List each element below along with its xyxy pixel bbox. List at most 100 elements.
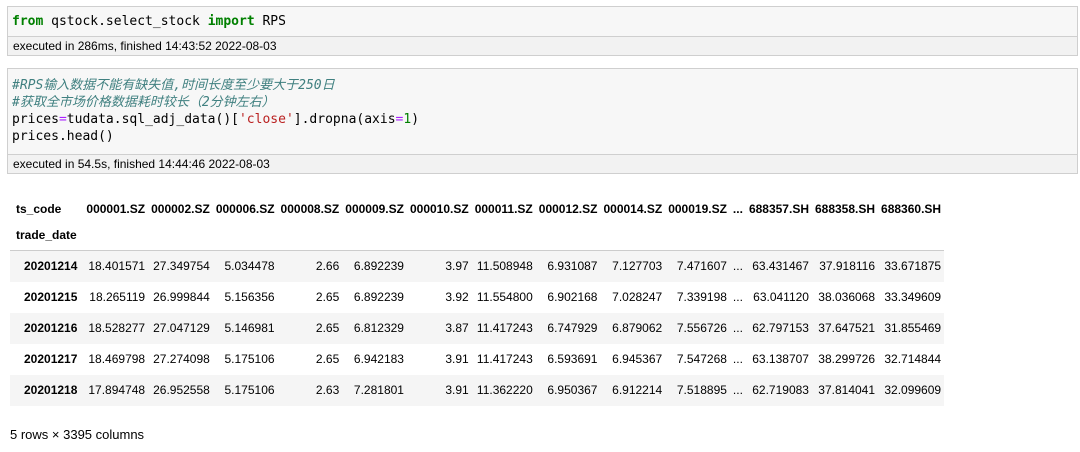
table-cell: ... — [732, 259, 743, 274]
table-cell: 37.647521 — [818, 321, 876, 335]
table-cell: 33.671875 — [884, 259, 942, 274]
operator-assign: = — [58, 112, 67, 127]
table-cell: 6.945367 — [612, 352, 663, 366]
table-cell: 5.175106 — [224, 352, 275, 366]
code-cell-1-input[interactable]: from qstock.select_stock import RPS — [7, 6, 1078, 36]
column-header: 000009.SZ — [345, 202, 404, 216]
table-cell: 7.127703 — [612, 259, 663, 274]
table-cell: 3.92 — [445, 290, 469, 304]
keyword-from: from — [12, 14, 44, 29]
string-literal: 'close' — [238, 112, 294, 127]
column-header: 000001.SZ — [86, 202, 146, 216]
code-line-3: prices=tudata.sql_adj_data()['close'].dr… — [8, 111, 1077, 128]
table-cell: 18.401571 — [88, 259, 146, 274]
keyword-import: import — [207, 14, 255, 29]
column-header: 000012.SZ — [538, 202, 598, 216]
table-cell: 6.950367 — [547, 383, 598, 397]
table-cell: 2.65 — [315, 352, 340, 366]
table-cell: 11.417243 — [476, 352, 533, 366]
import-name: RPS — [262, 14, 286, 29]
table-row: 20201216 18.528277 27.047129 5.146981 2.65 6.… — [10, 312, 945, 344]
table-cell: 11.554800 — [476, 290, 533, 304]
column-header: 688358.SH — [814, 202, 876, 216]
table-cell: 3.91 — [445, 352, 469, 366]
table-row: 20201218 17.894748 26.952558 5.175106 2.63 7.… — [10, 374, 945, 406]
table-cell: 5.156356 — [224, 290, 275, 304]
table-cell: 7.471607 — [676, 259, 727, 274]
table-cell: 32.099609 — [884, 383, 942, 397]
row-index-label: 20201214 — [24, 259, 78, 274]
dataframe-body: 20201214 18.401571 27.349754 5.034478 2.66 6.… — [10, 250, 945, 406]
row-index-label: 20201217 — [24, 352, 78, 366]
table-cell: 5.175106 — [224, 383, 275, 397]
index-name-row: trade_date — [10, 220, 944, 251]
table-cell: 38.299726 — [818, 352, 876, 366]
table-cell: 2.66 — [315, 259, 340, 274]
table-cell: 6.747929 — [547, 321, 598, 335]
column-header: 688360.SH — [881, 202, 942, 216]
table-cell: 63.431467 — [752, 259, 809, 274]
table-cell: 6.892239 — [353, 259, 404, 274]
table-cell: 6.812329 — [353, 321, 404, 335]
code-comment-2: #获取全市场价格数据耗时较长（2分钟左右） — [12, 95, 275, 110]
column-header: 000002.SZ — [151, 202, 210, 216]
table-row: 20201215 18.265119 26.999844 5.156356 2.65 6.… — [10, 282, 944, 313]
column-header: 000008.SZ — [280, 202, 340, 216]
table-cell: 62.797153 — [752, 321, 809, 335]
column-header: 000011.SZ — [474, 202, 533, 216]
table-cell: 7.028247 — [612, 290, 663, 304]
table-cell: 6.902168 — [547, 290, 598, 304]
table-cell: 5.034478 — [224, 259, 275, 274]
table-cell: 6.942183 — [353, 352, 404, 366]
table-cell: 33.349609 — [884, 290, 942, 304]
code-line-4: prices.head() — [12, 129, 114, 144]
row-index-label: 20201216 — [24, 321, 78, 335]
table-cell: 6.912214 — [612, 383, 663, 397]
table-cell: 5.146981 — [224, 321, 275, 335]
column-header: ... — [732, 202, 743, 216]
call-expression: tudata.sql_adj_data()[ — [66, 112, 239, 127]
number-literal: 1 — [403, 112, 412, 127]
table-cell: 7.518895 — [676, 383, 727, 397]
table-cell: 37.814041 — [818, 383, 876, 397]
execution-info-2: executed in 54.5s, finished 14:44:46 202… — [7, 154, 1078, 174]
table-cell: 27.047129 — [153, 321, 210, 335]
row-index-label: 20201218 — [24, 383, 78, 397]
column-header: 688357.SH — [748, 202, 809, 216]
table-cell: 11.508948 — [476, 259, 533, 274]
table-cell: 11.362220 — [476, 383, 533, 397]
table-cell: 3.91 — [445, 383, 469, 397]
table-cell: ... — [732, 383, 743, 397]
dataframe-shape-footer: 5 rows × 3395 columns — [10, 427, 145, 442]
index-name-spacer — [83, 220, 944, 251]
table-cell: 63.138707 — [752, 352, 809, 366]
close-paren: ) — [411, 112, 420, 127]
table-cell: 7.339198 — [676, 290, 727, 304]
column-header: 000010.SZ — [409, 202, 469, 216]
table-cell: 27.274098 — [153, 352, 210, 366]
table-cell: 26.952558 — [153, 383, 210, 397]
table-cell: 18.469798 — [88, 352, 146, 366]
table-cell: 18.528277 — [88, 321, 146, 335]
table-cell: 6.892239 — [353, 290, 404, 304]
table-cell: ... — [732, 290, 743, 304]
table-cell: 17.894748 — [88, 383, 146, 397]
dataframe-output: ts_code 000001.SZ 000002.SZ 000006.SZ 00000… — [10, 198, 945, 406]
table-cell: 6.593691 — [547, 352, 598, 366]
table-cell: 2.65 — [315, 290, 340, 304]
table-cell: 3.97 — [445, 259, 469, 274]
code-cell-2-input[interactable]: #RPS输入数据不能有缺失值,时间长度至少要大于250日 #获取全市场价格数据耗… — [7, 68, 1078, 154]
table-cell: ... — [732, 352, 743, 366]
column-header: 000019.SZ — [668, 202, 727, 216]
table-row: 20201214 18.401571 27.349754 5.034478 2.66 6.… — [10, 250, 945, 282]
column-header: 000014.SZ — [603, 202, 663, 216]
table-cell: 38.036068 — [818, 290, 876, 304]
table-cell: 27.349754 — [153, 259, 210, 274]
index-name-label: trade_date — [16, 228, 77, 242]
table-cell: 11.417243 — [476, 321, 533, 335]
table-cell: ... — [732, 321, 743, 335]
var-prices: prices — [12, 112, 59, 127]
table-cell: 6.931087 — [547, 259, 598, 274]
code-comment-1: #RPS输入数据不能有缺失值,时间长度至少要大于250日 — [12, 78, 335, 93]
code-line-1: from qstock.select_stock import RPS — [8, 13, 1077, 30]
